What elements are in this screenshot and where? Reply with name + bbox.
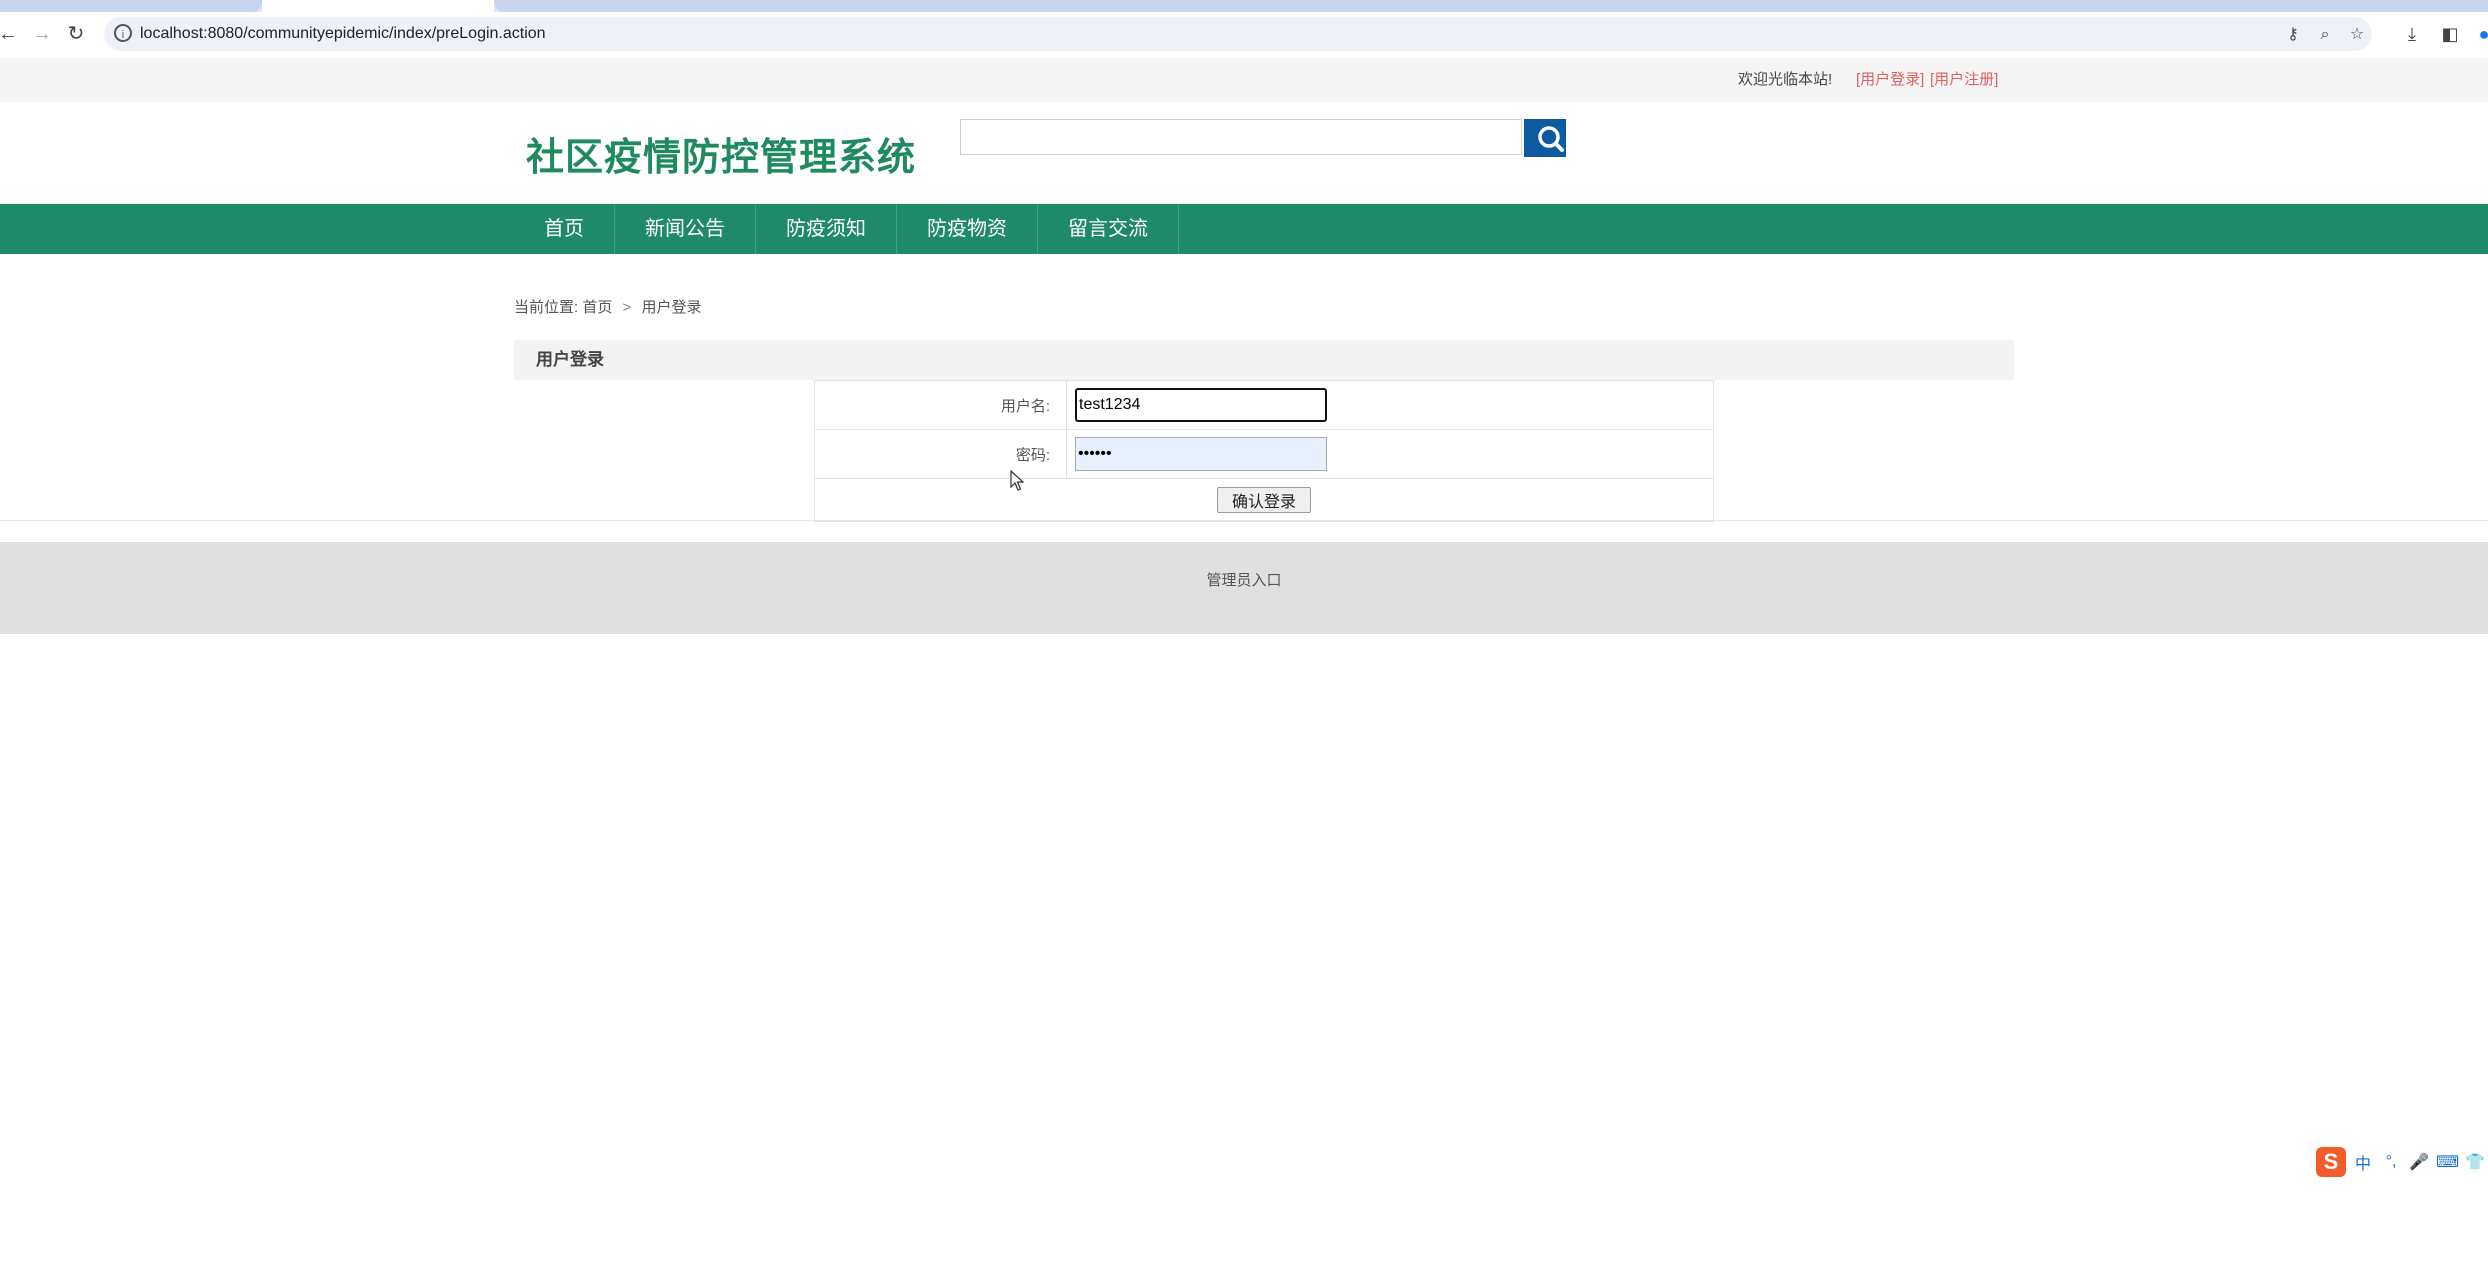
nav-item-notice[interactable]: 防疫须知 <box>756 204 897 254</box>
search-icon <box>1538 126 1564 152</box>
side-panel-icon[interactable]: ◧ <box>2436 20 2464 48</box>
sogou-logo-icon[interactable]: S <box>2316 1147 2346 1177</box>
confirm-login-button[interactable]: 确认登录 <box>1216 487 1311 513</box>
ime-mode-icon[interactable]: 中 <box>2352 1150 2374 1174</box>
mouse-cursor-icon <box>1010 470 1025 491</box>
user-login-link[interactable]: [用户登录] <box>1856 58 1924 102</box>
site-footer: 管理员入口 <box>0 542 2488 634</box>
profile-icon[interactable]: ● <box>2470 20 2488 48</box>
password-key-icon[interactable]: ⚷ <box>2282 24 2304 46</box>
username-label: 用户名: <box>814 380 1067 430</box>
ime-toolbar: S 中 °, 🎤 ⌨ 👕 ☺ <box>2316 1144 2488 1180</box>
site-logo[interactable]: 社区疫情防控管理系统 <box>526 126 916 181</box>
search-button[interactable] <box>1524 119 1566 157</box>
nav-item-news[interactable]: 新闻公告 <box>615 204 756 254</box>
microphone-icon[interactable]: 🎤 <box>2408 1152 2430 1172</box>
section-header: 用户登录 <box>514 340 2014 380</box>
search-input[interactable] <box>960 119 1522 155</box>
zoom-icon[interactable]: ⌕ <box>2314 24 2336 46</box>
browser-tab-strip <box>0 0 2488 12</box>
login-form: 用户名: 密码: 确认登录 <box>814 380 1714 522</box>
footer-divider <box>0 520 2488 521</box>
download-icon[interactable]: ⤓ <box>2398 20 2426 48</box>
main-nav: 首页 新闻公告 防疫须知 防疫物资 留言交流 <box>0 204 2488 254</box>
keyboard-icon[interactable]: ⌨ <box>2436 1152 2459 1172</box>
nav-item-messages[interactable]: 留言交流 <box>1038 204 1179 254</box>
nav-items: 首页 新闻公告 防疫须知 防疫物资 留言交流 <box>514 204 1179 254</box>
username-row: 用户名: <box>814 380 1714 430</box>
submit-row: 确认登录 <box>814 478 1714 522</box>
breadcrumb-home[interactable]: 首页 <box>582 299 612 316</box>
nav-item-supplies[interactable]: 防疫物资 <box>897 204 1038 254</box>
bookmark-star-icon[interactable]: ☆ <box>2346 24 2368 46</box>
section-title: 用户登录 <box>536 350 604 369</box>
site-header: 社区疫情防控管理系统 <box>0 102 2488 204</box>
reload-icon[interactable]: ↻ <box>62 20 90 48</box>
forward-icon[interactable]: → <box>28 20 56 48</box>
breadcrumb: 当前位置: 首页 > 用户登录 <box>514 296 701 320</box>
browser-tab-inactive[interactable] <box>0 0 262 12</box>
password-row: 密码: <box>814 429 1714 479</box>
admin-entry-link[interactable]: 管理员入口 <box>0 542 2488 620</box>
address-bar[interactable]: i localhost:8080/communityepidemic/index… <box>104 17 2372 51</box>
breadcrumb-separator: > <box>622 299 632 316</box>
breadcrumb-current: 用户登录 <box>641 299 702 316</box>
welcome-text: 欢迎光临本站! <box>1738 71 1833 88</box>
back-icon[interactable]: ← <box>0 20 22 48</box>
password-input[interactable] <box>1075 437 1327 471</box>
nav-item-home[interactable]: 首页 <box>514 204 615 254</box>
user-register-link[interactable]: [用户注册] <box>1930 58 1998 102</box>
breadcrumb-prefix: 当前位置: <box>514 299 579 316</box>
browser-tab-active[interactable] <box>262 0 494 12</box>
browser-toolbar: ← → ↻ i localhost:8080/communityepidemic… <box>0 12 2488 56</box>
password-label: 密码: <box>814 429 1067 479</box>
skin-icon[interactable]: 👕 <box>2464 1152 2486 1172</box>
url-text[interactable]: localhost:8080/communityepidemic/index/p… <box>140 17 546 51</box>
site-info-icon[interactable]: i <box>114 24 132 42</box>
browser-tab-inactive[interactable] <box>494 0 2488 12</box>
top-info-bar: 欢迎光临本站! [用户登录] [用户注册] <box>0 58 2488 102</box>
ime-punctuation-icon[interactable]: °, <box>2380 1153 2402 1171</box>
username-input[interactable] <box>1075 388 1327 422</box>
